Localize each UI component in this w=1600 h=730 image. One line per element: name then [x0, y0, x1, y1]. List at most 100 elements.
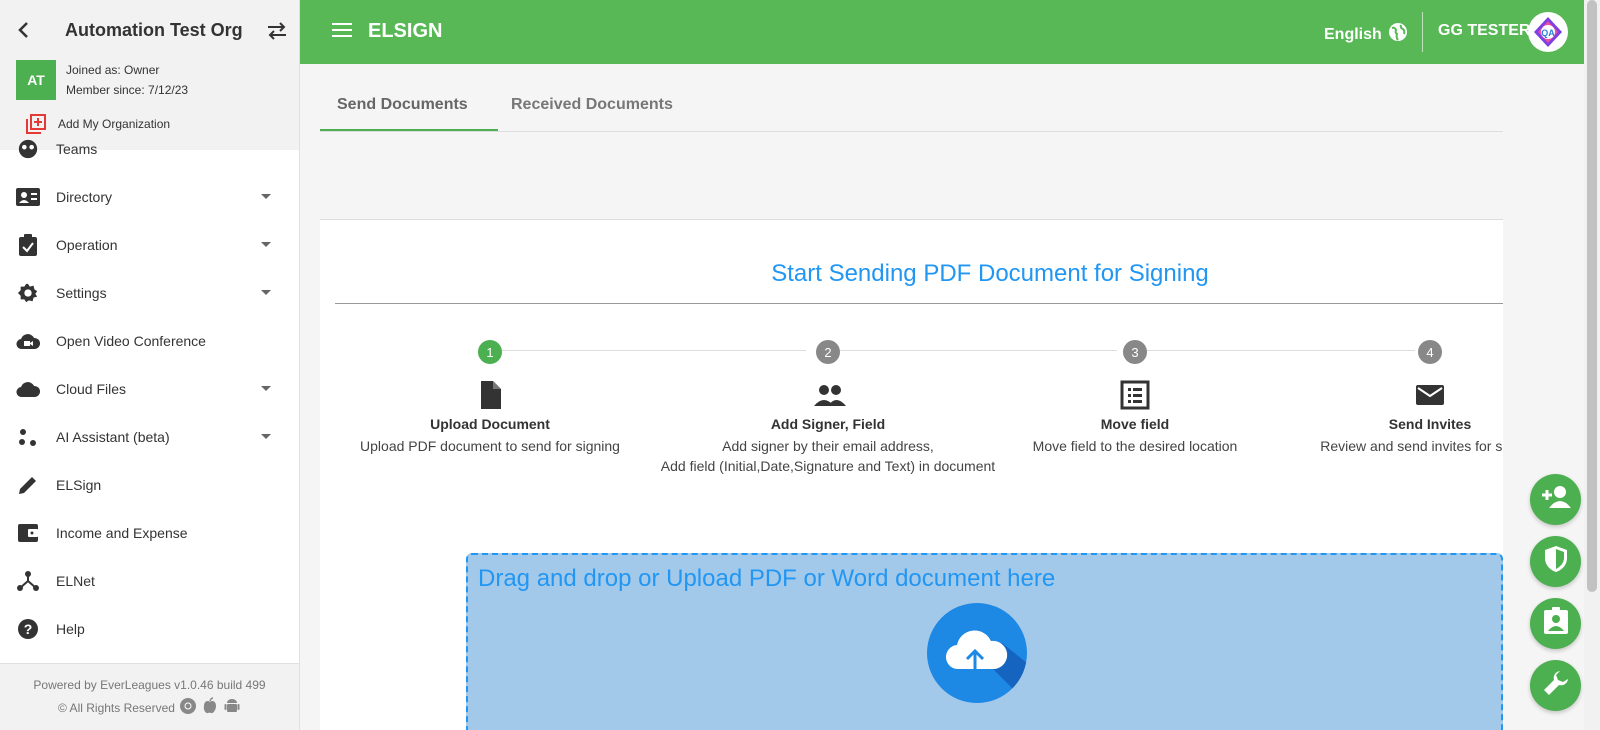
sidebar-item-label: Settings [56, 285, 107, 301]
language-selector[interactable]: English [1324, 22, 1408, 47]
sidebar-item-label: AI Assistant (beta) [56, 429, 170, 445]
step-add-signer: 2 Add Signer, Field Add signer by their … [648, 340, 1008, 476]
back-icon[interactable] [14, 20, 34, 40]
sidebar-item-label: Teams [56, 141, 98, 157]
add-person-icon [1541, 484, 1571, 515]
sidebar-item-label: Income and Expense [56, 525, 188, 541]
page-scrollbar[interactable] [1584, 0, 1600, 730]
network-icon [16, 569, 40, 593]
sidebar-item-income-expense[interactable]: Income and Expense [0, 509, 299, 557]
envelope-icon [1415, 380, 1445, 410]
user-name[interactable]: GG TESTER [1438, 22, 1530, 40]
dropzone-text: Drag and drop or Upload PDF or Word docu… [478, 565, 1056, 592]
apple-icon[interactable] [201, 697, 219, 718]
step-number: 4 [1418, 340, 1442, 364]
sidebar-item-video-conference[interactable]: Open Video Conference [0, 317, 299, 365]
title-divider [335, 303, 1503, 304]
sidebar-item-elnet[interactable]: ELNet [0, 557, 299, 605]
active-tab-indicator [320, 129, 498, 131]
rights-text: © All Rights Reserved [58, 700, 175, 715]
wrench-icon [1542, 669, 1570, 702]
top-app-bar: ELSIGN English GG TESTER QA [300, 0, 1584, 64]
globe-icon [1388, 22, 1408, 47]
cloud-icon [16, 377, 40, 401]
teams-icon [16, 137, 40, 161]
sidebar-item-cloud-files[interactable]: Cloud Files [0, 365, 299, 413]
gear-icon [16, 281, 40, 305]
sidebar-item-settings[interactable]: Settings [0, 269, 299, 317]
rights-row: © All Rights Reserved [0, 697, 299, 718]
sidebar-item-label: Directory [56, 189, 113, 205]
sidebar: Automation Test Org AT Joined as: Owner … [0, 0, 300, 730]
svg-text:?: ? [24, 621, 33, 637]
sidebar-item-directory[interactable]: Directory [0, 173, 299, 221]
security-button[interactable] [1530, 536, 1581, 587]
joined-as-text: Joined as: Owner [66, 63, 160, 77]
document-tabs: Send Documents Received Documents [320, 64, 1503, 132]
sidebar-footer: Powered by EverLeagues v1.0.46 build 499… [0, 663, 299, 730]
step-upload-document: 1 Upload Document Upload PDF document to… [330, 340, 650, 456]
video-cloud-icon [16, 329, 40, 353]
pencil-icon [16, 473, 40, 497]
chevron-down-icon[interactable] [261, 434, 271, 439]
step-title: Send Invites [1388, 416, 1472, 432]
sidebar-item-ai-assistant[interactable]: AI Assistant (beta) [0, 413, 299, 461]
chevron-down-icon[interactable] [261, 242, 271, 247]
chevron-down-icon[interactable] [261, 386, 271, 391]
chevron-down-icon[interactable] [261, 290, 271, 295]
wallet-icon [16, 521, 40, 545]
android-icon[interactable] [223, 697, 241, 718]
people-icon [813, 380, 846, 410]
step-move-field: 3 Move field Move field to the desired l… [985, 340, 1285, 456]
help-icon: ? [16, 617, 40, 641]
step-number: 3 [1123, 340, 1147, 364]
step-title: Upload Document [430, 416, 550, 432]
shield-icon [1544, 545, 1568, 578]
sidebar-item-operation[interactable]: Operation [0, 221, 299, 269]
sidebar-item-label: Operation [56, 237, 118, 253]
sidebar-item-label: ELNet [56, 573, 95, 589]
tab-send-documents[interactable]: Send Documents [337, 96, 468, 114]
step-title: Move field [1100, 416, 1170, 432]
chevron-down-icon[interactable] [261, 194, 271, 199]
sidebar-item-help[interactable]: ? Help [0, 605, 299, 653]
step-desc: Add signer by their email address, [722, 438, 934, 454]
step-desc: Review and send invites for signing [1320, 438, 1503, 454]
sidebar-item-label: ELSign [56, 477, 102, 493]
step-title: Add Signer, Field [770, 416, 886, 432]
org-avatar: AT [16, 60, 56, 100]
topbar-divider [1422, 12, 1423, 52]
step-desc: Move field to the desired location [1032, 438, 1238, 454]
tab-received-documents[interactable]: Received Documents [511, 96, 673, 114]
hamburger-menu-icon[interactable] [332, 22, 352, 38]
sidebar-item-label: Cloud Files [56, 381, 127, 397]
cloud-upload-icon[interactable] [927, 603, 1027, 703]
user-avatar-text: QA [1541, 28, 1555, 38]
step-number: 1 [478, 340, 502, 364]
sidebar-item-elsign[interactable]: ELSign [0, 461, 299, 509]
sidebar-item-teams[interactable]: Teams [0, 127, 299, 171]
document-icon [475, 380, 505, 410]
step-number: 2 [816, 340, 840, 364]
org-name: Automation Test Org [65, 20, 243, 40]
app-title: ELSIGN [368, 20, 443, 42]
user-avatar[interactable]: QA [1528, 12, 1568, 52]
language-label: English [1324, 25, 1382, 43]
step-desc: Add field (Initial,Date,Signature and Te… [660, 458, 996, 474]
sidebar-item-label: Open Video Conference [56, 333, 206, 349]
tools-button[interactable] [1530, 660, 1581, 711]
step-desc: Upload PDF document to send for signing [360, 438, 620, 454]
scrollbar-thumb[interactable] [1587, 0, 1597, 592]
profile-badge-button[interactable] [1530, 598, 1581, 649]
main-content: Send Documents Received Documents Start … [320, 64, 1503, 730]
switch-org-icon[interactable] [266, 22, 288, 40]
add-person-button[interactable] [1530, 474, 1581, 525]
list-box-icon [1120, 380, 1150, 410]
sidebar-item-label: Help [56, 621, 85, 637]
send-card: Start Sending PDF Document for Signing 1… [320, 219, 1503, 730]
upload-dropzone[interactable]: Drag and drop or Upload PDF or Word docu… [466, 553, 1503, 730]
member-since-text: Member since: 7/12/23 [66, 83, 189, 97]
id-badge-icon [1543, 607, 1569, 640]
chrome-icon[interactable] [179, 697, 197, 718]
contact-card-icon [16, 185, 40, 209]
